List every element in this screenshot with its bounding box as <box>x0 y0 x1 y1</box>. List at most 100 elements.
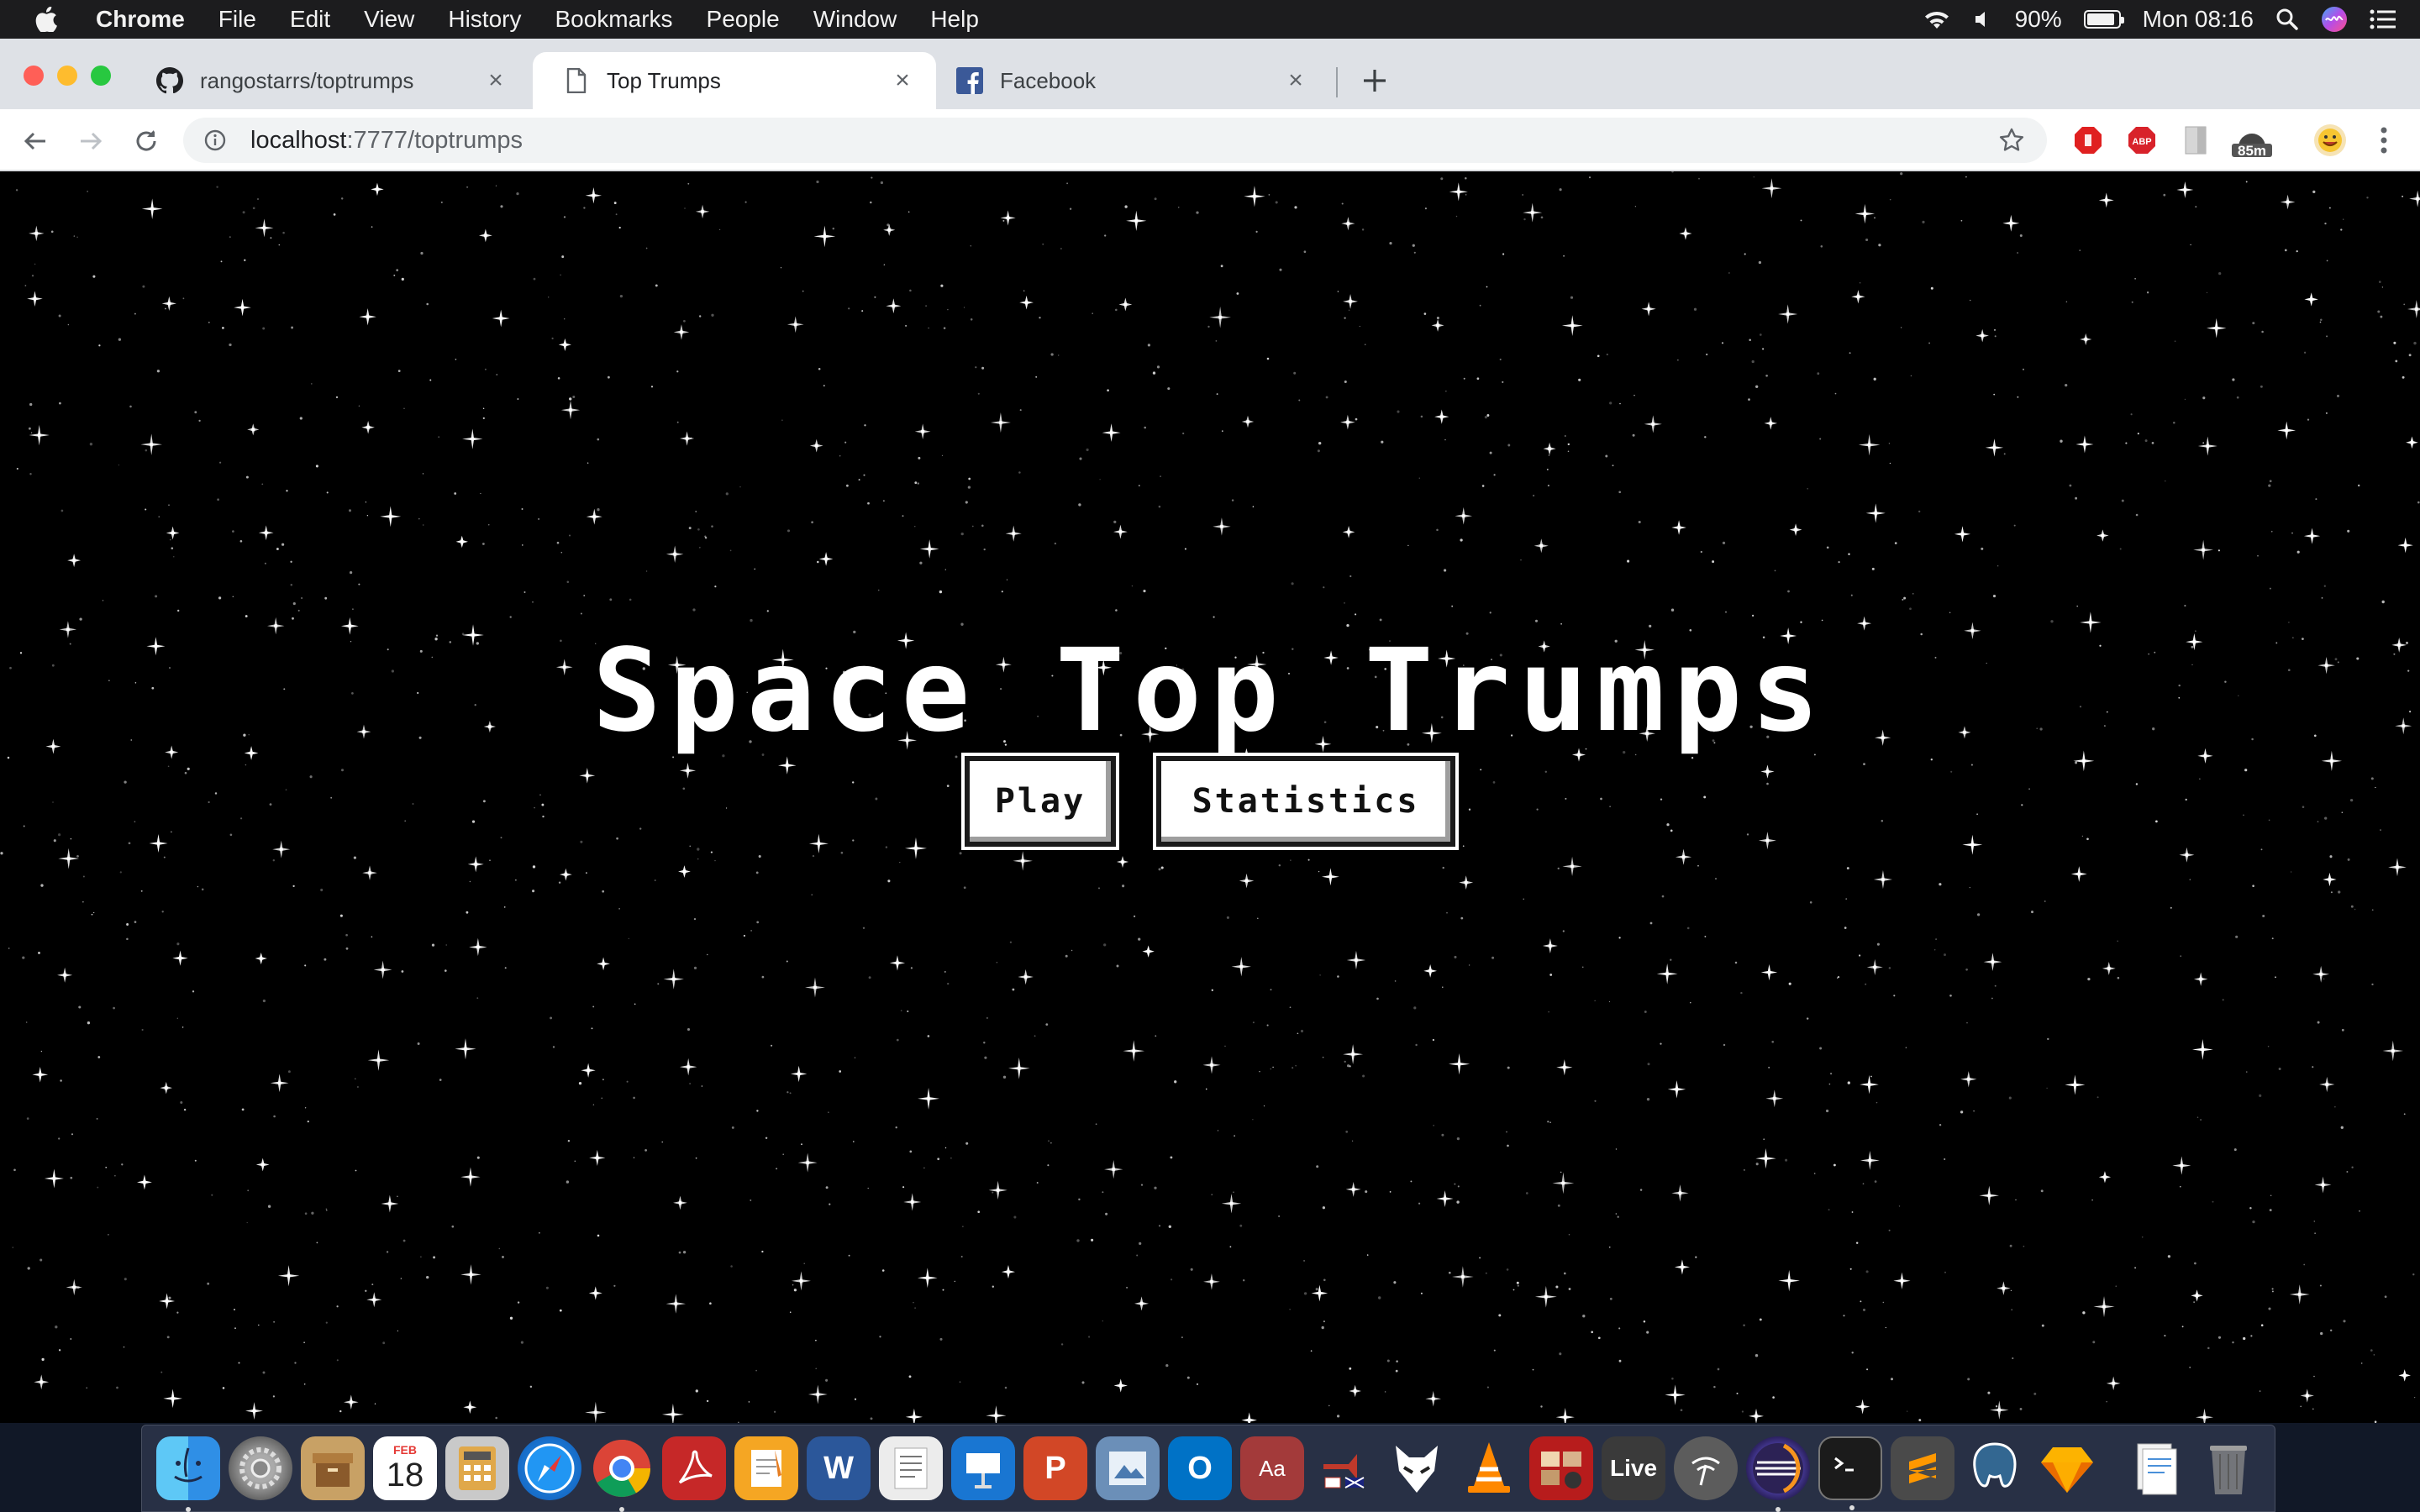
window-zoom-button[interactable] <box>91 66 111 86</box>
photo-booth-icon[interactable] <box>1529 1436 1593 1500</box>
running-indicator <box>1776 1507 1781 1512</box>
window-controls <box>24 66 124 86</box>
menu-app-name[interactable]: Chrome <box>71 0 202 39</box>
browser-toolbar: localhost:7777/toptrumps ABP 85m <box>0 109 2420 171</box>
extension-badge: 85m <box>2237 143 2267 159</box>
textedit-icon[interactable] <box>879 1436 943 1500</box>
page-title: Space Top Trumps <box>592 625 1828 758</box>
site-info-icon[interactable] <box>192 129 239 151</box>
volume-icon[interactable] <box>1973 9 1993 29</box>
menu-window[interactable]: Window <box>797 0 914 39</box>
powerpoint-letter: P <box>1044 1450 1066 1486</box>
running-indicator <box>1849 1505 1854 1510</box>
calendar-day: 18 <box>386 1457 424 1494</box>
dock: FEB 18 W P O Aa Live <box>141 1425 2275 1512</box>
spotlight-search-icon[interactable] <box>2275 8 2299 31</box>
adblock-plus-icon[interactable]: ABP <box>2124 123 2160 158</box>
timer-extension-icon[interactable]: 85m <box>2228 123 2275 159</box>
tab-title: Facebook <box>1000 67 1097 93</box>
wifi-icon[interactable] <box>1923 8 1951 30</box>
running-indicator <box>619 1507 624 1512</box>
wifi-diagnostics-icon[interactable] <box>1674 1436 1738 1500</box>
chrome-menu-icon[interactable] <box>2366 123 2402 158</box>
word-letter: W <box>823 1450 854 1486</box>
new-tab-plus-icon[interactable] <box>1355 60 1395 101</box>
tab-title: Top Trumps <box>607 67 721 93</box>
trash-icon[interactable] <box>2196 1436 2260 1500</box>
calculator-icon[interactable] <box>445 1436 509 1500</box>
system-preferences-icon[interactable] <box>229 1436 292 1500</box>
powerpoint-icon[interactable]: P <box>1023 1436 1087 1500</box>
apple-logo-icon[interactable] <box>22 0 71 39</box>
chrome-icon[interactable] <box>590 1436 654 1512</box>
menu-history[interactable]: History <box>431 0 538 39</box>
back-arrow-icon[interactable] <box>15 121 55 161</box>
address-bar[interactable]: localhost:7777/toptrumps <box>183 118 2047 163</box>
documents-folder-icon[interactable] <box>2124 1436 2188 1500</box>
sketch-icon[interactable] <box>2035 1436 2099 1500</box>
menu-buttons: Play Statistics <box>0 756 2420 847</box>
tab-close-icon[interactable]: × <box>889 66 916 94</box>
url-path: :7777/toptrumps <box>346 126 523 154</box>
bookmark-star-icon[interactable] <box>1998 127 2025 154</box>
safari-icon[interactable] <box>518 1436 581 1500</box>
tab-divider <box>1336 67 1338 97</box>
notification-center-icon[interactable] <box>2370 8 2396 30</box>
web-page: Space Top Trumps Play Statistics <box>0 171 2420 1423</box>
tab-strip: rangostarrs/toptrumps × Top Trumps × Fac… <box>0 39 2420 109</box>
calendar-icon[interactable]: FEB 18 <box>373 1436 437 1500</box>
tab-top-trumps[interactable]: Top Trumps × <box>533 52 936 109</box>
dictionary-icon[interactable]: Aa <box>1240 1436 1304 1500</box>
clock[interactable]: Mon 08:16 <box>2143 6 2254 33</box>
outlook-letter: O <box>1187 1450 1213 1486</box>
document-icon <box>563 67 590 94</box>
ableton-live-icon[interactable]: Live <box>1602 1436 1665 1500</box>
preview-icon[interactable] <box>1096 1436 1160 1500</box>
url-host: localhost <box>250 126 347 154</box>
word-icon[interactable]: W <box>807 1436 871 1500</box>
sublime-text-icon[interactable] <box>1891 1436 1954 1500</box>
window-close-button[interactable] <box>24 66 44 86</box>
menu-bar: Chrome File Edit View History Bookmarks … <box>0 0 2420 39</box>
keynote-icon[interactable] <box>951 1436 1015 1500</box>
archive-utility-icon[interactable] <box>301 1436 365 1500</box>
menu-file[interactable]: File <box>202 0 273 39</box>
vlc-icon[interactable] <box>1457 1436 1521 1500</box>
pages-icon[interactable] <box>734 1436 798 1500</box>
translator-icon[interactable] <box>1313 1436 1376 1500</box>
battery-icon[interactable] <box>2083 10 2124 29</box>
tab-close-icon[interactable]: × <box>1282 66 1309 94</box>
forward-arrow-icon[interactable] <box>71 121 111 161</box>
statistics-button[interactable]: Statistics <box>1156 756 1455 847</box>
url-text: localhost:7777/toptrumps <box>250 127 523 155</box>
stop-sign-extension-icon[interactable] <box>2070 123 2106 158</box>
foxit-icon[interactable] <box>1385 1436 1449 1500</box>
finder-icon[interactable] <box>156 1436 220 1512</box>
window-minimize-button[interactable] <box>57 66 77 86</box>
running-indicator <box>186 1507 191 1512</box>
tab-github[interactable]: rangostarrs/toptrumps × <box>126 52 529 109</box>
terminal-icon[interactable] <box>1818 1436 1882 1510</box>
tab-facebook[interactable]: Facebook × <box>926 52 1329 109</box>
profile-avatar-icon[interactable] <box>2312 123 2348 158</box>
dictionary-label: Aa <box>1259 1455 1286 1481</box>
reload-icon[interactable] <box>126 121 166 161</box>
tab-close-icon[interactable]: × <box>482 66 509 94</box>
svg-text:ABP: ABP <box>2132 137 2151 147</box>
siri-icon[interactable] <box>2321 6 2348 33</box>
live-label: Live <box>1609 1455 1658 1481</box>
play-button[interactable]: Play <box>965 756 1116 847</box>
menu-help[interactable]: Help <box>913 0 996 39</box>
menu-edit[interactable]: Edit <box>273 0 347 39</box>
menu-people[interactable]: People <box>690 0 797 39</box>
battery-percent[interactable]: 90% <box>2015 6 2062 33</box>
menu-bookmarks[interactable]: Bookmarks <box>538 0 689 39</box>
facebook-icon <box>956 67 983 94</box>
document-extension-icon[interactable] <box>2178 123 2213 158</box>
menu-view[interactable]: View <box>347 0 431 39</box>
calendar-month: FEB <box>393 1443 417 1457</box>
acrobat-icon[interactable] <box>662 1436 726 1500</box>
eclipse-icon[interactable] <box>1746 1436 1810 1512</box>
postgresql-icon[interactable] <box>1963 1436 2027 1500</box>
outlook-icon[interactable]: O <box>1168 1436 1232 1500</box>
